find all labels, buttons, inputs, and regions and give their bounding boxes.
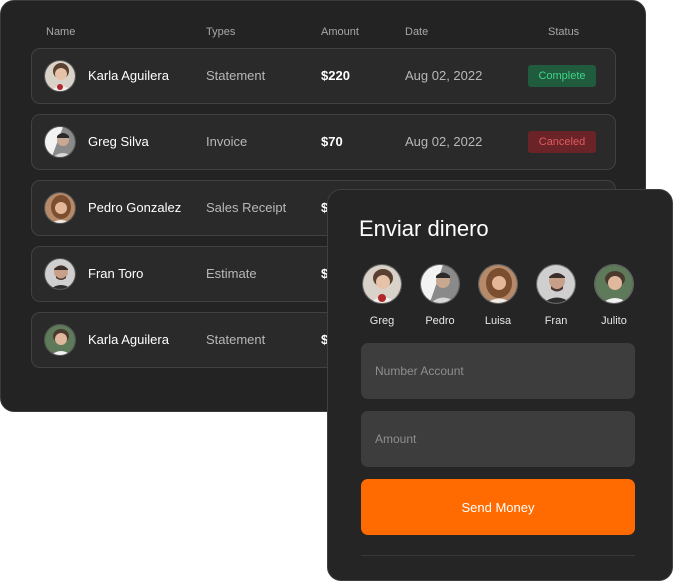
header-types: Types <box>206 26 236 38</box>
header-amount: Amount <box>321 26 359 38</box>
row-type: Statement <box>206 332 266 347</box>
table-row[interactable]: Karla Aguilera Statement $220 Aug 02, 20… <box>31 48 616 104</box>
amount-input[interactable] <box>361 411 635 467</box>
row-amount: $70 <box>321 134 343 149</box>
contact-greg[interactable]: Greg <box>357 264 407 327</box>
header-date: Date <box>405 26 429 38</box>
row-name: Karla Aguilera <box>88 332 169 347</box>
send-title: Enviar dinero <box>359 216 489 241</box>
person-luisa-icon <box>478 264 518 304</box>
send-money-button[interactable]: Send Money <box>361 479 635 535</box>
row-date: Aug 02, 2022 <box>405 68 483 83</box>
row-type: Estimate <box>206 266 257 281</box>
table-row[interactable]: Greg Silva Invoice $70 Aug 02, 2022 Canc… <box>31 114 616 170</box>
row-type: Sales Receipt <box>206 200 287 215</box>
contact-label: Greg <box>369 315 395 327</box>
account-number-input[interactable] <box>361 343 635 399</box>
row-name: Karla Aguilera <box>88 68 169 83</box>
status-badge: Canceled <box>528 131 596 153</box>
row-type: Statement <box>206 68 266 83</box>
status-badge: Complete <box>528 65 596 87</box>
contact-julito[interactable]: Julito <box>589 264 639 327</box>
divider <box>361 555 635 556</box>
send-money-card: Enviar dinero Greg Pedro Luisa Fran Juli… <box>327 189 673 581</box>
contact-pedro[interactable]: Pedro <box>415 264 465 327</box>
row-amount: $220 <box>321 68 350 83</box>
contact-label: Julito <box>601 315 627 327</box>
row-name: Fran Toro <box>88 266 144 281</box>
header-status: Status <box>548 26 580 38</box>
person-greg-icon <box>362 264 402 304</box>
person-pedro-icon <box>44 192 76 224</box>
contact-fran[interactable]: Fran <box>531 264 581 327</box>
person-fran-icon <box>44 258 76 290</box>
contact-label: Luisa <box>484 315 512 327</box>
contact-luisa[interactable]: Luisa <box>473 264 523 327</box>
person-pedro-icon <box>420 264 460 304</box>
person-greg-icon <box>44 126 76 158</box>
contact-label: Fran <box>544 315 568 327</box>
person-karla-icon <box>44 60 76 92</box>
app-canvas: Name Types Amount Date Status Karla Agui… <box>0 0 673 581</box>
row-name: Pedro Gonzalez <box>88 200 182 215</box>
contact-label: Pedro <box>425 315 455 327</box>
header-name: Name <box>46 26 76 38</box>
row-name: Greg Silva <box>88 134 149 149</box>
row-date: Aug 02, 2022 <box>405 134 483 149</box>
table-header: Name Types Amount Date Status <box>1 26 645 40</box>
person-karla-icon <box>44 324 76 356</box>
row-type: Invoice <box>206 134 248 149</box>
person-fran-icon <box>536 264 576 304</box>
person-julito-icon <box>594 264 634 304</box>
